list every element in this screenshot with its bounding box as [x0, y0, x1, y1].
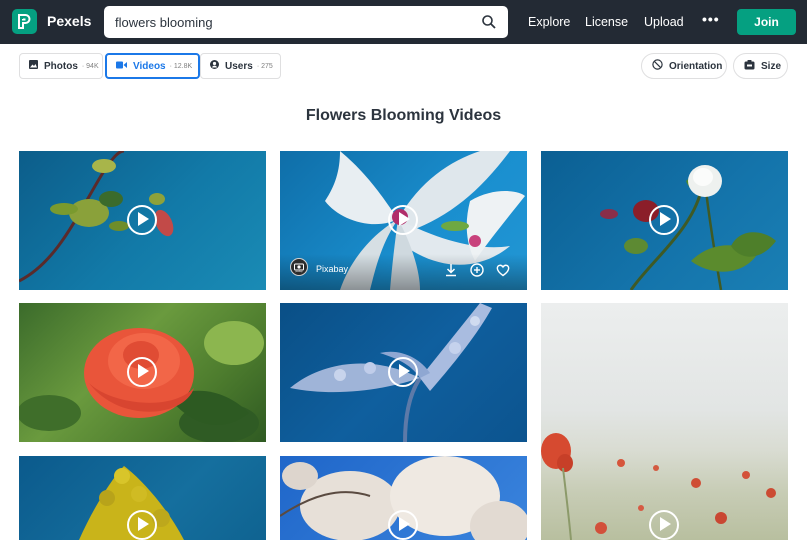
tab-users-count: · 275: [256, 62, 273, 70]
heart-icon: [496, 264, 510, 277]
nav-explore[interactable]: Explore: [528, 15, 570, 29]
search-button[interactable]: [481, 14, 497, 30]
tab-videos-label: Videos: [133, 60, 166, 72]
like-button[interactable]: [496, 263, 510, 277]
video-tile-3[interactable]: [541, 151, 788, 290]
top-nav-bar: Pexels Explore License Upload ••• Join: [0, 0, 807, 44]
play-icon[interactable]: [388, 510, 418, 540]
download-button[interactable]: [444, 263, 458, 277]
search-bar: [104, 6, 508, 38]
join-button[interactable]: Join: [737, 9, 796, 35]
search-icon: [482, 15, 496, 29]
author-logo-text: pixabay: [295, 271, 303, 273]
tab-videos-count: · 12.8K: [169, 62, 193, 70]
video-tile-8[interactable]: [280, 456, 527, 540]
size-filter-button[interactable]: Size: [733, 53, 788, 79]
play-icon[interactable]: [649, 510, 679, 540]
play-icon[interactable]: [388, 357, 418, 387]
play-icon[interactable]: [127, 205, 157, 235]
user-icon: [210, 60, 219, 72]
orientation-icon: [652, 59, 663, 73]
author-name[interactable]: Pixabay: [316, 264, 348, 274]
tab-users-label: Users: [225, 60, 253, 72]
size-icon: [744, 59, 755, 73]
tab-photos[interactable]: Photos · 94K: [19, 53, 103, 79]
video-tile-4[interactable]: [19, 303, 266, 442]
brand-name[interactable]: Pexels: [47, 13, 91, 29]
orientation-filter-button[interactable]: Orientation: [641, 53, 727, 79]
add-to-collection-button[interactable]: [470, 263, 484, 277]
video-tile-5[interactable]: [280, 303, 527, 442]
nav-upload[interactable]: Upload: [644, 15, 684, 29]
video-tile-6[interactable]: [541, 303, 788, 540]
page-title: Flowers Blooming Videos: [305, 107, 502, 124]
play-icon[interactable]: [127, 357, 157, 387]
video-tile-2[interactable]: pixabay Pixabay: [280, 151, 527, 290]
play-icon[interactable]: [649, 205, 679, 235]
tab-users[interactable]: Users · 275: [200, 53, 281, 79]
tab-videos[interactable]: Videos · 12.8K: [105, 53, 200, 79]
search-input[interactable]: [115, 14, 475, 30]
photo-icon: [29, 60, 38, 72]
tab-photos-count: · 94K: [81, 62, 99, 70]
video-thumbnail-6: [541, 433, 776, 540]
add-collection-icon: [470, 263, 484, 277]
play-icon[interactable]: [388, 205, 418, 235]
tab-photos-label: Photos: [44, 60, 78, 72]
author-avatar[interactable]: pixabay: [290, 258, 308, 276]
orientation-label: Orientation: [669, 60, 723, 72]
pexels-logo[interactable]: [12, 9, 37, 34]
video-icon: [116, 61, 127, 72]
video-tile-1[interactable]: [19, 151, 266, 290]
play-icon[interactable]: [127, 510, 157, 540]
download-icon: [446, 264, 456, 277]
video-tile-7[interactable]: [19, 456, 266, 540]
more-menu-button[interactable]: •••: [702, 11, 720, 27]
nav-license[interactable]: License: [585, 15, 628, 29]
size-label: Size: [761, 60, 782, 72]
logo-p-icon: [18, 14, 31, 29]
